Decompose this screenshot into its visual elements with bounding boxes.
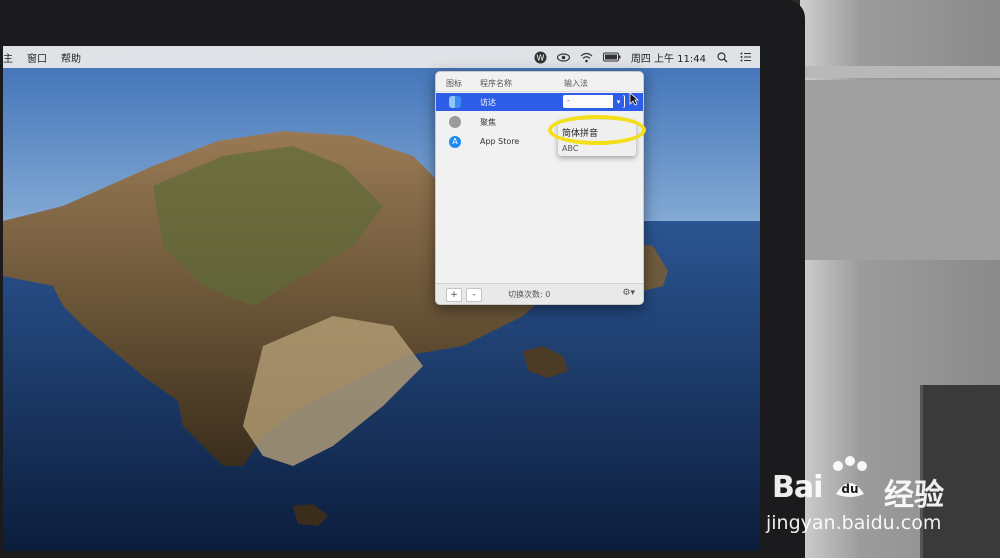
eye-icon[interactable] — [556, 51, 570, 64]
notification-center-icon[interactable] — [739, 51, 752, 64]
table-header: 图标 程序名称 输入法 — [436, 76, 643, 90]
svg-text:W: W — [536, 53, 544, 62]
spotlight-icon — [449, 116, 461, 128]
menu-bar: 主 窗口 帮助 W 周四 上午 11:44 — [3, 46, 760, 68]
table-row[interactable]: 访达 - ▾ — [436, 93, 643, 111]
app-name: App Store — [480, 137, 520, 146]
mac-screen: 主 窗口 帮助 W 周四 上午 11:44 图标 程序名称 输入法 访达 - ▾… — [3, 46, 760, 551]
finder-icon — [449, 96, 461, 108]
wifi-icon[interactable] — [580, 51, 593, 64]
select-value: - — [567, 96, 570, 105]
catalina-wallpaper — [3, 46, 760, 551]
watermark-jingyan: 经验 — [884, 478, 944, 513]
add-button[interactable]: + — [446, 288, 462, 302]
gear-icon[interactable]: ⚙▾ — [622, 288, 635, 298]
menu-clock[interactable]: 周四 上午 11:44 — [631, 50, 706, 65]
app-status-icon[interactable]: W — [534, 51, 547, 64]
watermark-brand: Bai — [772, 470, 823, 505]
highlight-annotation — [548, 115, 646, 145]
input-method-popup: 图标 程序名称 输入法 访达 - ▾ 聚焦 A App Store + - 切换… — [435, 71, 644, 305]
watermark-url: jingyan.baidu.com — [766, 512, 942, 534]
app-name: 聚焦 — [480, 118, 496, 127]
menu-help[interactable]: 帮助 — [61, 50, 81, 65]
switch-count: 切换次数: 0 — [508, 290, 551, 299]
svg-text:du: du — [841, 482, 858, 496]
app-name: 访达 — [480, 98, 496, 107]
wall-panel — [800, 80, 1000, 260]
remove-button[interactable]: - — [466, 288, 482, 302]
battery-icon[interactable] — [602, 51, 621, 64]
paw-icon: du — [833, 456, 867, 497]
popup-footer: + - 切换次数: 0 ⚙▾ — [436, 283, 643, 304]
chevron-down-icon[interactable]: ▾ — [613, 95, 624, 108]
option-abc[interactable]: ABC — [562, 144, 578, 153]
column-header-app-name: 程序名称 — [480, 79, 512, 88]
wall-shelf — [800, 66, 1000, 78]
input-method-select[interactable]: - ▾ — [563, 95, 625, 108]
mouse-cursor-icon — [629, 92, 639, 106]
column-header-input-method: 输入法 — [564, 79, 588, 88]
app-store-icon: A — [449, 136, 461, 148]
search-icon[interactable] — [716, 51, 729, 64]
header-divider — [436, 91, 643, 92]
column-header-icon: 图标 — [446, 79, 462, 88]
baidu-watermark: Bai du 经验 jingyan.baidu.com — [766, 452, 996, 547]
menu-window[interactable]: 窗口 — [27, 50, 47, 65]
menu-item[interactable]: 主 — [3, 50, 13, 65]
